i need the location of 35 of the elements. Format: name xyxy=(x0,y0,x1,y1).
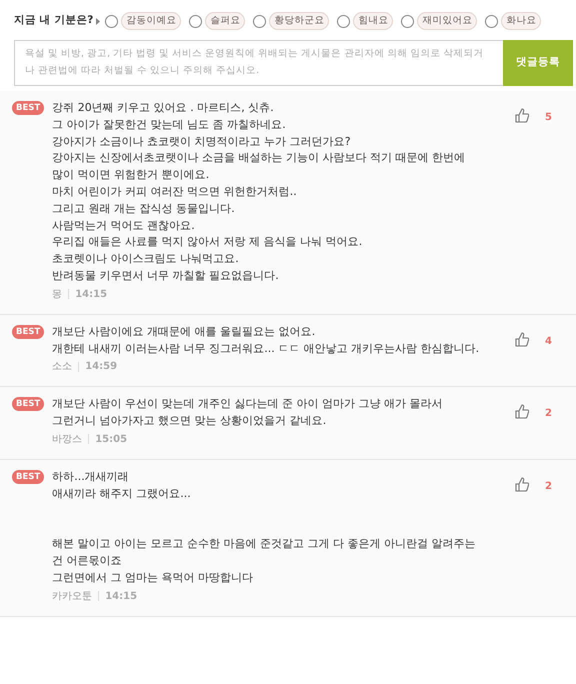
mood-radio[interactable] xyxy=(337,14,350,28)
mood-option[interactable]: 황당하군요 xyxy=(269,12,330,30)
comment-time: 14:15 xyxy=(105,590,138,604)
mood-radio[interactable] xyxy=(189,14,202,28)
thumbs-up-icon[interactable] xyxy=(515,404,530,420)
best-badge: BEST xyxy=(12,101,44,115)
comment-text: 개보단 사람이 우선이 맞는데 개주인 싫다는데 준 아이 엄마가 그냥 애가 몰라서 그런거니 넘아가자고 했으면 맞는 상황이었을거 같네요. xyxy=(52,396,444,430)
mood-option[interactable]: 재미있어요 xyxy=(417,12,478,30)
like-count: 2 xyxy=(545,480,552,494)
thumbs-up-icon[interactable] xyxy=(515,476,530,492)
best-badge: BEST xyxy=(12,470,44,484)
like-count: 5 xyxy=(545,111,552,125)
comment-time: 14:59 xyxy=(85,360,118,374)
thumbs-up-icon[interactable] xyxy=(515,108,530,123)
mood-radio[interactable] xyxy=(485,14,498,28)
like-count: 2 xyxy=(545,407,552,422)
arrow-icon xyxy=(96,18,100,24)
best-badge: BEST xyxy=(12,324,44,339)
mood-radio[interactable] xyxy=(401,14,414,28)
best-badge: BEST xyxy=(12,397,44,412)
comment-field[interactable]: 욕설 및 비방, 광고, 기타 법령 및 서비스 운영원칙에 위배되는 게시물은 관리자에 의해 임의로 삭제되거나 관련법에 따라 처벌될 수 있으니 주의해 주십시오. xyxy=(14,40,503,86)
mood-option[interactable]: 화나요 xyxy=(501,12,542,30)
comment-text: 강쥐 20년째 키우고 있어요 . 마르티스, 싯츄. 그 아이가 잘못한건 맞는데 님도 좀 까칠하네요. 강아지가 소금이나 쵸코랫이 치명적이라고 누가 그러던가요? 강아지는 신장에서초코랫이나 소금을 배설하는 기능이 사람보다 적기 때문에 한번에 많이 먹이면 위험한거 뿐이에요. 마치 어린이가 커피 여러잔 먹으면 위헌한거처럼.. 그리고 원래 개는 잡식성 동물입니다. 사람먹는거 먹어도 괜찮아요. 우리집 애들은 사료를 먹지 않아서 저랑 제 음식을 나눠 먹어요. 초코렛이나 아이스크림도 나눠먹고요. 반려동물 키우면서 너무 까칠할 필요없읍니다. xyxy=(52,100,466,284)
mood-label: 지금 내 기분은? xyxy=(14,13,94,28)
mood-option[interactable]: 힘내요 xyxy=(353,12,394,30)
comment-text: 하하...개새끼래 애새끼라 해주지 그랬어요... 해본 말이고 아이는 모르고 순수한 마음에 준것같고 그게 다 좋은게 아니란걸 알려주는 건 어른몫이죠 그런면에서 그 엄마는 욕먹어 마땅합니다 xyxy=(52,468,477,586)
mood-option[interactable]: 감동이예요 xyxy=(121,12,182,30)
comment-time: 15:05 xyxy=(95,432,128,447)
mood-option[interactable]: 슬퍼요 xyxy=(205,12,246,30)
like-count: 4 xyxy=(545,334,552,349)
mood-radio[interactable] xyxy=(253,14,266,28)
comment-time: 14:15 xyxy=(75,288,108,302)
thumbs-up-icon[interactable] xyxy=(515,332,530,347)
mood-radio[interactable] xyxy=(105,14,118,28)
comment-text: 개보단 사람이에요 개때문에 애를 울릴필요는 없어요. 개한테 내새끼 이러는사람 너무 징그러워요... ㄷㄷ 애안낳고 개키우는사람 한심합니다. xyxy=(52,324,480,357)
